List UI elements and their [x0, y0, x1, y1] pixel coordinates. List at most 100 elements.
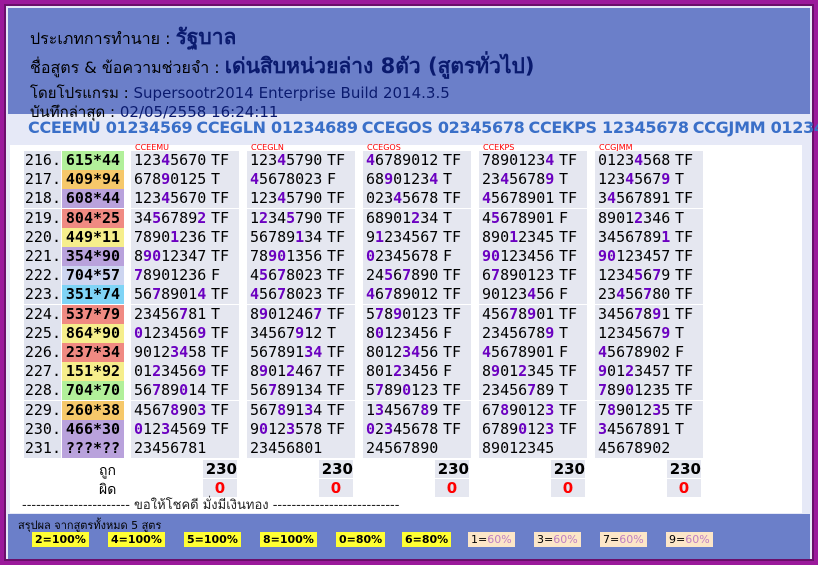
- draw-result: 804*25: [62, 208, 124, 228]
- formula-cell: 78901234 TF: [479, 151, 587, 170]
- row-index: 220.: [24, 227, 61, 247]
- formula-cell: 23456801: [247, 439, 355, 458]
- formula-digits: 23456801: [250, 439, 323, 457]
- result-flag: T: [443, 170, 453, 189]
- formula-cell: 23456789 T: [479, 170, 587, 190]
- formula-digits: 34567891: [598, 189, 671, 208]
- result-flag: F: [443, 247, 453, 265]
- hit-count: 230: [551, 460, 585, 479]
- result-flag: TF: [211, 208, 230, 227]
- formula-digits: 56789134: [250, 227, 323, 246]
- result-flag: TF: [211, 419, 230, 438]
- formula-cell: 12345670 TF: [131, 189, 239, 209]
- summary-badge: 4=100%: [108, 532, 165, 547]
- formula-cell: 45678901 F: [479, 208, 587, 228]
- result-flag: T: [211, 304, 221, 323]
- formula-digits: 91234567: [366, 227, 439, 246]
- prediction-type-value: รัฐบาล: [175, 25, 237, 49]
- result-flag: F: [559, 208, 569, 227]
- results-panel: CCEEMU 01234569CCEGLN 01234689CCEGOS 023…: [10, 143, 802, 513]
- formula-digits: 23456789: [482, 323, 555, 342]
- result-flag: F: [327, 170, 337, 189]
- formula-digits: 80123456: [366, 343, 439, 361]
- draw-result: 237*34: [62, 343, 124, 362]
- result-flag: TF: [443, 304, 462, 323]
- row-index: 229.: [24, 400, 61, 420]
- result-flag: TF: [675, 247, 694, 265]
- row-index: 227.: [24, 362, 61, 382]
- formula-digits: 45678023: [250, 266, 323, 285]
- formula-digits: 02345678: [366, 419, 439, 438]
- hit-count: 230: [435, 460, 469, 479]
- formula-digits: 56789014: [134, 381, 207, 400]
- formula-cell: 23456780 TF: [595, 285, 703, 305]
- result-flag: TF: [327, 343, 346, 361]
- result-flag: TF: [559, 304, 578, 323]
- draw-result: 704*70: [62, 381, 124, 401]
- formula-digits: 34567892: [134, 208, 207, 227]
- formula-cell: 12345790 TF: [247, 208, 355, 228]
- summary-badge: 2=100%: [32, 532, 89, 547]
- formula-name-value: เด่นสิบหน่วยล่าง 8ตัว (สูตรทั่วไป): [224, 54, 535, 78]
- result-flag: T: [559, 323, 569, 342]
- summary-panel: สรุปผล จากสูตรทั้งหมด 5 สูตร 2=100% 4=100…: [8, 514, 810, 559]
- formula-digits: 45678902: [598, 439, 671, 457]
- formula-cell: 34567891 TF: [595, 189, 703, 209]
- formula-name-label: ชื่อสูตร & ข้อความช่วยจำ :: [30, 58, 225, 77]
- formula-cell: 80123456 F: [363, 323, 471, 343]
- hit-count: 230: [203, 460, 237, 479]
- formula-cell: 34567891 TF: [595, 227, 703, 247]
- formula-cell: 78901235 TF: [595, 400, 703, 420]
- result-flag: TF: [443, 227, 462, 246]
- table-row: 231. ???*?? 23456781 23456801 24567890 890123…: [24, 439, 714, 458]
- result-flag: TF: [675, 285, 694, 304]
- formula-cell: 45678901 TF: [479, 304, 587, 324]
- formula-digits: 02345678: [366, 247, 439, 265]
- result-flag: TF: [327, 266, 346, 285]
- draw-result: 466*30: [62, 419, 124, 439]
- table-row: 221. 354*90 89012347 TF 78901356 TF 02345678 F 9…: [24, 247, 714, 266]
- table-row: 219. 804*25 34567892 TF 12345790 TF 68901234 T 4…: [24, 208, 714, 228]
- formula-cell: 89012467 TF: [247, 362, 355, 382]
- formula-cell: 57890123 TF: [363, 304, 471, 324]
- row-index: 223.: [24, 285, 61, 305]
- formula-digits: 90123456: [482, 285, 555, 304]
- result-flag: TF: [559, 419, 578, 438]
- draw-result: 537*79: [62, 304, 124, 324]
- formula-cell: 45678023 TF: [247, 266, 355, 286]
- result-flag: TF: [675, 362, 694, 381]
- formula-digits: 46789012: [366, 151, 439, 169]
- formula-cell: 56789134 TF: [247, 400, 355, 420]
- formula-cell: 12345679 TF: [595, 266, 703, 286]
- result-flag: T: [443, 208, 453, 227]
- formula-cell: 89012347 TF: [131, 247, 239, 266]
- row-index: 230.: [24, 419, 61, 439]
- formula-digits: 90123458: [134, 343, 207, 361]
- formula-digits: 34567912: [250, 323, 323, 342]
- formula-cell: 34567892 TF: [131, 208, 239, 228]
- table-row: 226. 237*34 90123458 TF 56789134 TF 80123456 TF…: [24, 343, 714, 362]
- formula-digits: 34567891: [598, 419, 671, 438]
- draw-result: 608*44: [62, 189, 124, 209]
- formula-digits: 23456789: [482, 170, 555, 189]
- draw-result: 151*92: [62, 362, 124, 382]
- result-flag: TF: [559, 189, 578, 208]
- table-row: 224. 537*79 23456781 T 89012467 TF 57890123 TF 4…: [24, 304, 714, 324]
- formula-digits: 78901356: [250, 247, 323, 265]
- formula-cell: 90123578 TF: [247, 419, 355, 439]
- formula-cell: 80123456 F: [363, 362, 471, 382]
- formula-digits: 56789134: [250, 381, 323, 400]
- formula-digits: 45678023: [250, 170, 323, 189]
- result-flag: TF: [559, 247, 578, 265]
- formula-cell: 13456789 TF: [363, 400, 471, 420]
- result-flag: TF: [443, 285, 462, 304]
- formula-cell: 46789012 TF: [363, 151, 471, 170]
- result-flag: TF: [443, 400, 462, 419]
- result-flag: TF: [327, 400, 346, 419]
- formula-digits: 68901234: [366, 170, 439, 189]
- result-flag: T: [559, 381, 569, 400]
- formula-cell: 80123456 TF: [363, 343, 471, 362]
- result-flag: TF: [675, 304, 694, 323]
- row-index: 222.: [24, 266, 61, 286]
- formula-cell: 12345679 T: [595, 323, 703, 343]
